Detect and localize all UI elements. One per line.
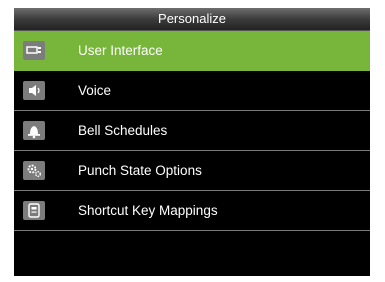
gears-icon [23,161,45,180]
bell-icon [23,121,45,140]
menu-item-label: Voice [78,83,112,98]
menu-item-label: Shortcut Key Mappings [78,203,218,218]
keypad-icon [23,201,45,220]
device-screen: Personalize User Interface Voice Bell Sc… [14,8,370,276]
speaker-icon [23,81,45,100]
menu-item-label: User Interface [78,43,163,58]
personalize-menu: User Interface Voice Bell Schedules Punc… [14,31,370,231]
menu-item-punch-state-options[interactable]: Punch State Options [14,151,370,191]
page-title: Personalize [14,8,370,31]
menu-item-shortcut-key-mappings[interactable]: Shortcut Key Mappings [14,191,370,231]
menu-item-label: Punch State Options [78,163,202,178]
menu-item-voice[interactable]: Voice [14,71,370,111]
menu-item-bell-schedules[interactable]: Bell Schedules [14,111,370,151]
menu-item-user-interface[interactable]: User Interface [14,31,370,71]
monitor-icon [23,41,45,60]
menu-item-label: Bell Schedules [78,123,168,138]
